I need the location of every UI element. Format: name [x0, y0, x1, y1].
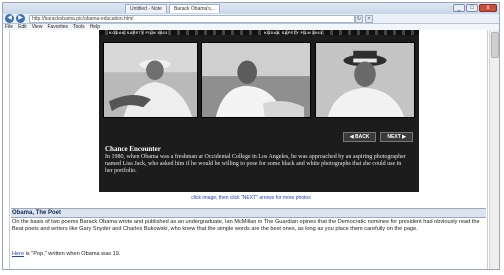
address-actions: ↻ × — [355, 15, 373, 23]
title-bar: Untitled - Note Barack Obama's... _ □ x — [3, 3, 499, 14]
film-label: KODAK SAFETY FILM 5063 — [109, 30, 168, 35]
minimize-button[interactable]: _ — [453, 4, 465, 12]
close-button[interactable]: x — [479, 4, 497, 12]
next-button[interactable]: NEXT ▶ — [380, 132, 413, 142]
gallery-photo-2[interactable] — [201, 42, 311, 118]
footnote-text: is "Pop," written when Obama was 19. — [24, 251, 121, 257]
right-divider — [487, 30, 488, 269]
forward-arrow-icon[interactable]: ▶ — [16, 14, 25, 23]
tab-note[interactable]: Untitled - Note — [125, 4, 167, 13]
vertical-scrollbar[interactable] — [489, 30, 499, 269]
gallery-photo-1[interactable] — [103, 42, 198, 118]
article-title: Obama, The Poet — [11, 208, 486, 218]
here-link[interactable]: Here — [12, 251, 24, 257]
gallery-hint: click image, then click "NEXT" arrows fo… — [191, 195, 311, 201]
film-label: KODAK SAFETY FILM 5063 — [264, 30, 323, 35]
browser-window: Untitled - Note Barack Obama's... _ □ x … — [2, 2, 500, 270]
article-footnote: Here is "Pop," written when Obama was 19… — [12, 251, 120, 257]
scroll-thumb[interactable] — [491, 32, 499, 58]
window-controls: _ □ x — [453, 4, 497, 12]
page-content: KODAK SAFETY FILM 5063 KODAK SAFETY FILM… — [3, 30, 499, 269]
address-bar[interactable]: http://barackobama.pic/obama-education.h… — [29, 15, 355, 23]
caption-title: Chance Encounter — [105, 145, 161, 153]
stop-icon[interactable]: × — [365, 15, 373, 23]
maximize-button[interactable]: □ — [466, 4, 478, 12]
back-button[interactable]: ◀ BACK — [342, 132, 377, 142]
navigation-bar: ◀ ▶ http://barackobama.pic/obama-educati… — [3, 14, 499, 24]
photo-gallery: KODAK SAFETY FILM 5063 KODAK SAFETY FILM… — [99, 30, 419, 192]
article-body: On the basis of two poems Barack Obama w… — [12, 219, 480, 232]
gallery-photo-3[interactable] — [315, 42, 415, 118]
caption-text: In 1980, when Obama was a freshman at Oc… — [105, 154, 406, 174]
left-divider — [9, 30, 10, 269]
back-arrow-icon[interactable]: ◀ — [5, 14, 14, 23]
tab-obama[interactable]: Barack Obama's... — [168, 4, 220, 13]
gallery-controls: ◀ BACK NEXT ▶ — [342, 132, 413, 142]
tab-strip: Untitled - Note Barack Obama's... — [125, 4, 220, 13]
refresh-icon[interactable]: ↻ — [355, 15, 363, 23]
